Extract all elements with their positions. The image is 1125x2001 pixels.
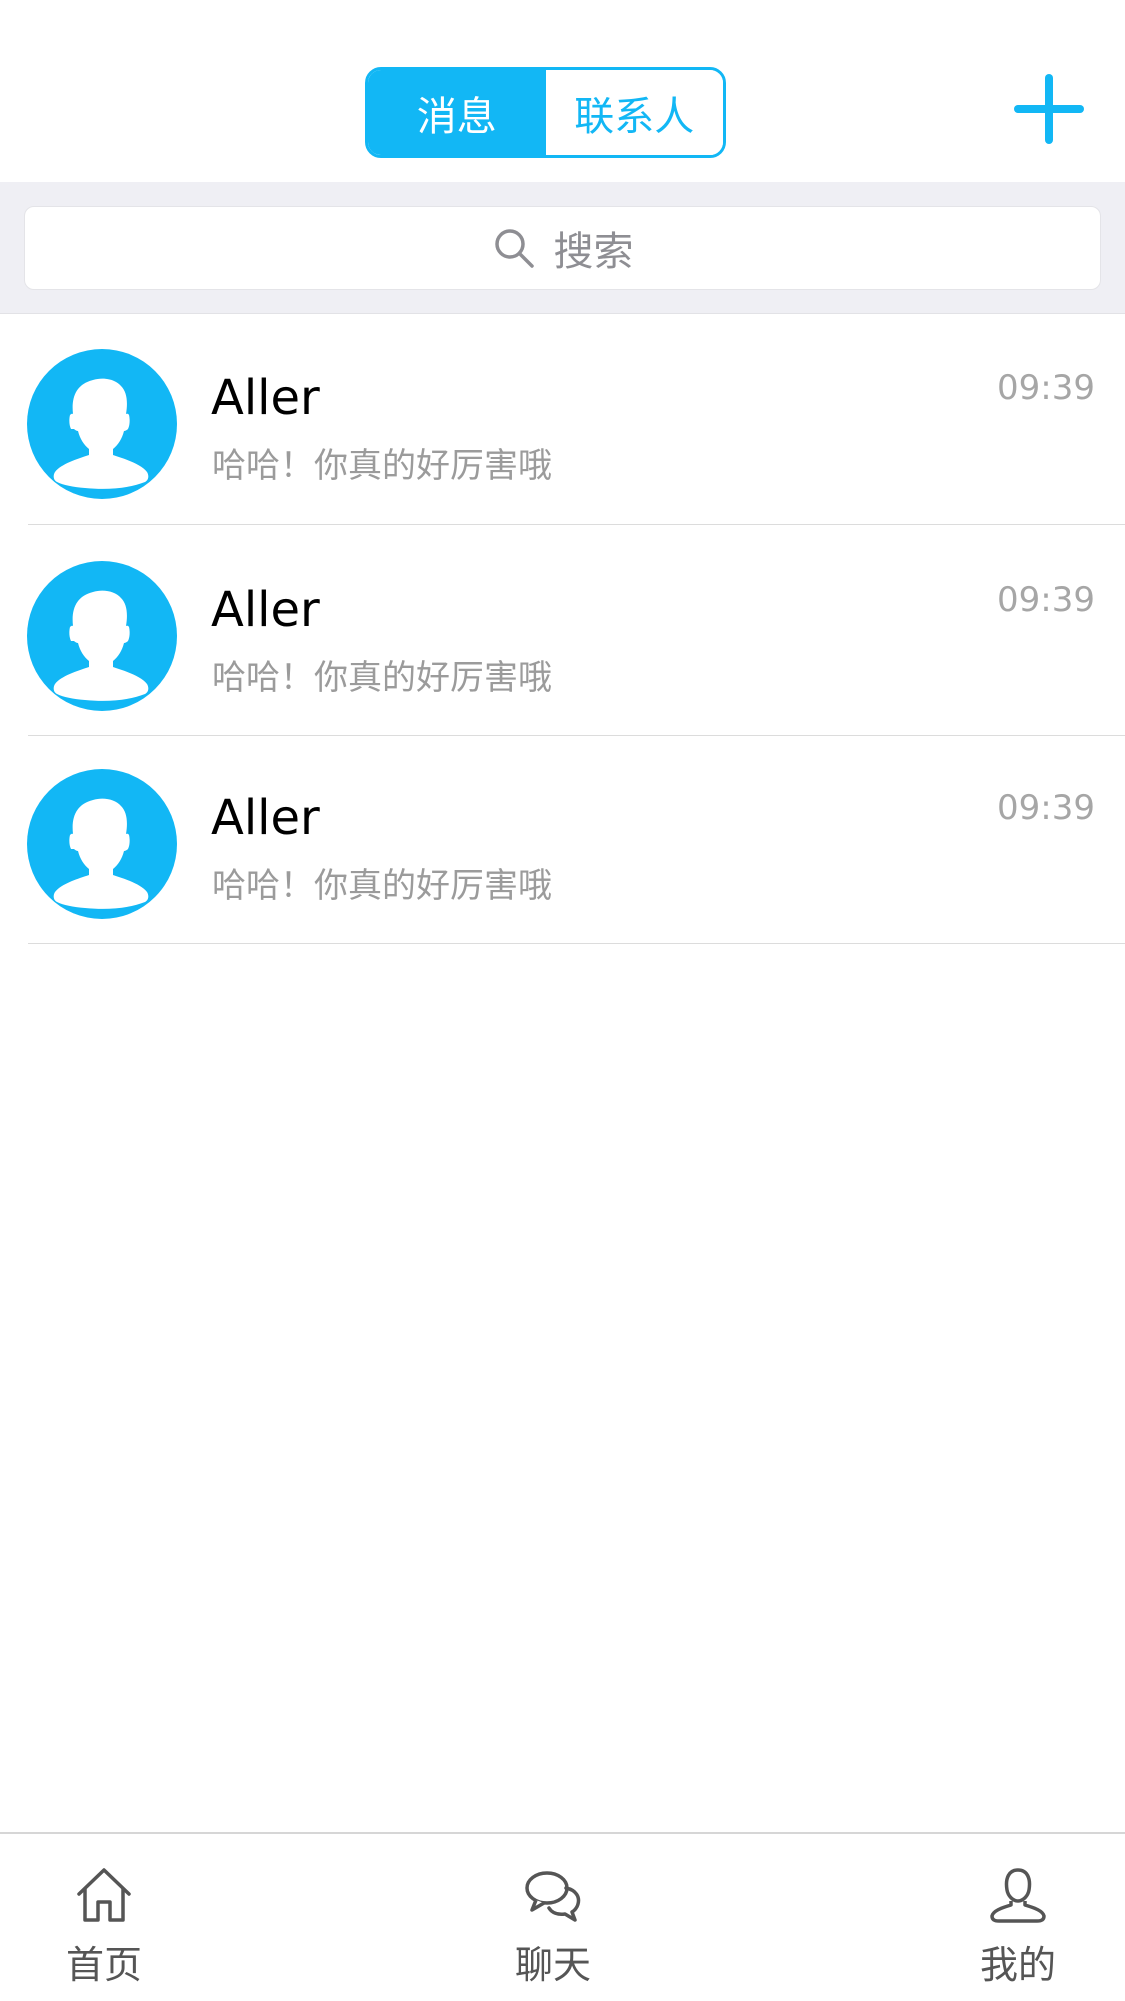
plus-icon[interactable] xyxy=(1012,72,1086,146)
search-input[interactable]: 搜索 xyxy=(24,206,1101,290)
message-preview: 哈哈！你真的好厉害哦 xyxy=(212,658,552,698)
tab-me-label: 我的 xyxy=(979,1943,1056,1987)
conversation-row[interactable]: Aller 哈哈！你真的好厉害哦 09:39 xyxy=(0,736,1125,944)
bottom-tab-bar: 首页 聊天 我的 xyxy=(0,1832,1125,2001)
tab-contacts[interactable]: 联系人 xyxy=(545,70,723,155)
message-preview: 哈哈！你真的好厉害哦 xyxy=(212,866,552,906)
contact-name: Aller xyxy=(211,790,320,846)
user-avatar-icon xyxy=(27,349,177,499)
home-icon xyxy=(77,1868,131,1922)
conversation-row[interactable]: Aller 哈哈！你真的好厉害哦 09:39 xyxy=(0,314,1125,525)
tab-home[interactable]: 首页 xyxy=(34,1864,174,1989)
search-placeholder: 搜索 xyxy=(553,229,634,275)
profile-icon xyxy=(990,1868,1046,1923)
search-bar: 搜索 xyxy=(0,182,1125,314)
user-avatar-icon xyxy=(27,561,177,711)
segmented-control: 消息 联系人 xyxy=(365,67,726,158)
conversation-row[interactable]: Aller 哈哈！你真的好厉害哦 09:39 xyxy=(0,525,1125,736)
tab-messages[interactable]: 消息 xyxy=(368,70,546,155)
message-time: 09:39 xyxy=(997,788,1095,828)
contact-name: Aller xyxy=(211,582,320,638)
search-icon xyxy=(494,229,534,268)
tab-chat-label: 聊天 xyxy=(514,1943,591,1987)
message-time: 09:39 xyxy=(997,580,1095,620)
row-divider xyxy=(28,943,1125,944)
chat-icon xyxy=(525,1871,581,1922)
contact-name: Aller xyxy=(211,370,320,426)
message-preview: 哈哈！你真的好厉害哦 xyxy=(212,446,552,486)
tab-chat[interactable]: 聊天 xyxy=(483,1864,623,1989)
message-time: 09:39 xyxy=(997,368,1095,408)
tab-me[interactable]: 我的 xyxy=(948,1864,1088,1989)
conversation-list: Aller 哈哈！你真的好厉害哦 09:39 Aller 哈哈！你真的好厉害哦 … xyxy=(0,314,1125,944)
top-nav-bar: 消息 联系人 xyxy=(0,0,1125,182)
tab-home-label: 首页 xyxy=(65,1943,142,1987)
user-avatar-icon xyxy=(27,769,177,919)
